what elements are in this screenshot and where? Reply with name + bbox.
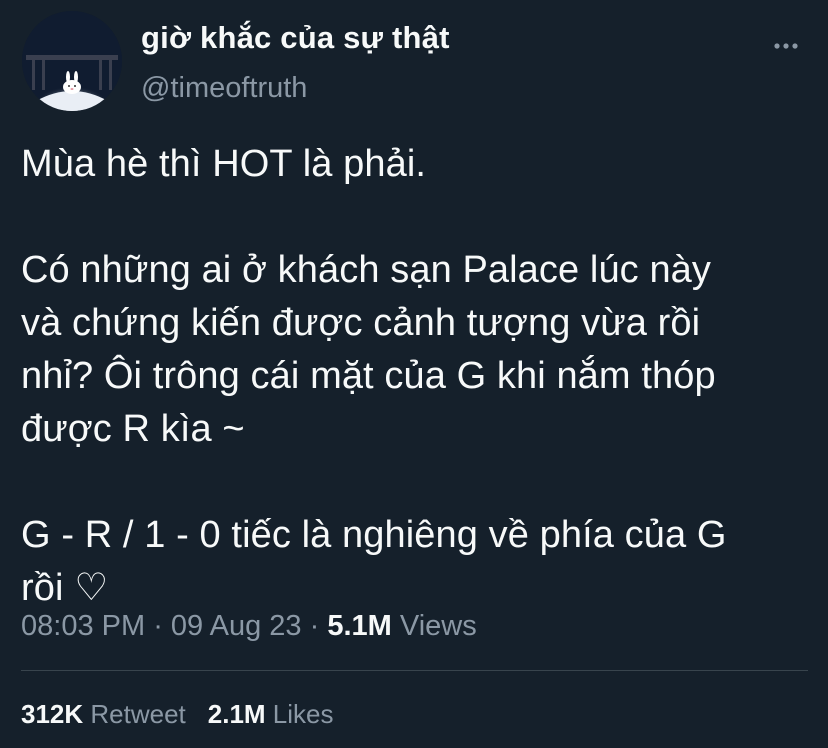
- author-display-name[interactable]: giờ khắc của sự thật: [141, 20, 450, 56]
- tweet-text: Mùa hè thì HOT là phải. Có những ai ở kh…: [21, 143, 727, 609]
- tweet-stats: 312K Retweet 2.1M Likes: [21, 699, 334, 730]
- retweets-stat[interactable]: 312K Retweet: [21, 699, 186, 729]
- meta-separator: ·: [301, 610, 328, 642]
- divider: [21, 670, 808, 671]
- tweet-meta: 08:03 PM · 09 Aug 23 · 5.1M Views: [21, 610, 477, 643]
- retweets-count: 312K: [21, 699, 84, 729]
- likes-label: Likes: [265, 699, 334, 729]
- author-avatar[interactable]: [22, 11, 122, 111]
- bunny-in-bed-avatar-icon: [22, 11, 122, 111]
- tweet-date[interactable]: 09 Aug 23: [171, 610, 302, 642]
- meta-separator: ·: [145, 610, 171, 642]
- retweets-label: Retweet: [83, 699, 186, 729]
- likes-count: 2.1M: [207, 699, 266, 729]
- likes-stat[interactable]: 2.1M Likes: [208, 699, 334, 729]
- views-count[interactable]: 5.1M: [327, 610, 391, 642]
- more-dots-icon: [774, 43, 798, 49]
- tweet-time[interactable]: 08:03 PM: [21, 610, 145, 642]
- more-options-button[interactable]: [768, 34, 804, 58]
- tweet-card: giờ khắc của sự thật @timeoftruth Mùa hè…: [0, 0, 828, 748]
- views-label: Views: [391, 610, 477, 642]
- author-handle[interactable]: @timeoftruth: [141, 72, 307, 105]
